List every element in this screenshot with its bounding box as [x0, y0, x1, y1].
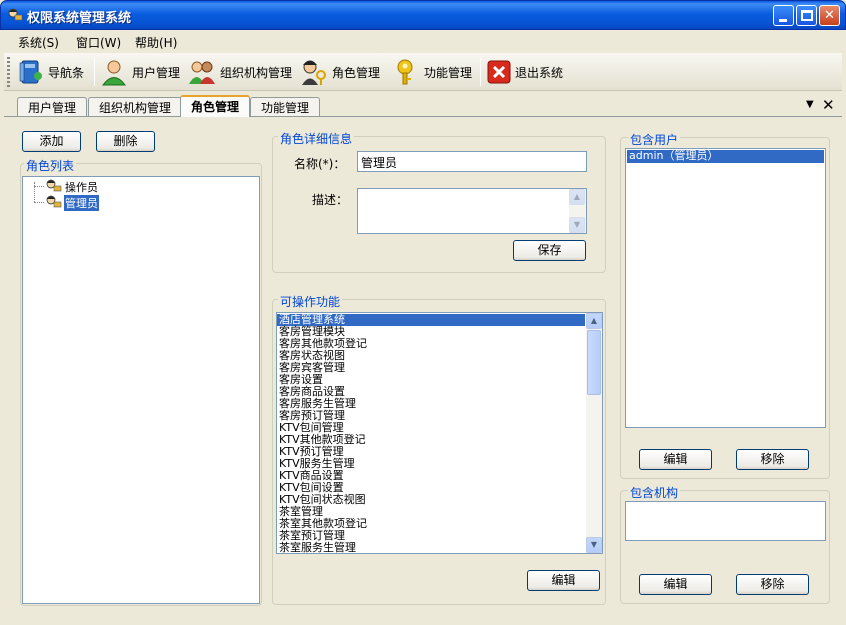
name-label: 名称(*)：: [294, 157, 346, 171]
description-label: 描述：: [312, 193, 349, 207]
list-item[interactable]: 客房宾客管理: [277, 362, 585, 374]
save-button[interactable]: 保存: [513, 240, 586, 261]
orgs-title: 包含机构: [628, 484, 681, 501]
scroll-down-icon[interactable]: ▼: [586, 537, 602, 553]
functions-list[interactable]: 酒店管理系统 客房管理模块 客房其他款项登记 客房状态视图 客房宾客管理 客房设置 客房商品…: [276, 312, 603, 554]
remove-org-button[interactable]: 移除: [736, 574, 809, 595]
tab-close-icon[interactable]: ✕: [822, 96, 835, 114]
delete-role-button[interactable]: 删除: [96, 131, 155, 152]
role-list-title: 角色列表: [24, 157, 77, 174]
edit-users-button[interactable]: 编辑: [639, 449, 712, 470]
minimize-button[interactable]: [773, 5, 794, 26]
list-item[interactable]: admin（管理员）: [627, 150, 824, 163]
exit-label: 退出系统: [515, 65, 564, 80]
add-role-button[interactable]: 添加: [22, 131, 81, 152]
users-list[interactable]: admin（管理员）: [625, 148, 826, 428]
nav-label: 导航条: [48, 65, 85, 80]
org-management-button[interactable]: 组织机构管理: [188, 57, 292, 87]
book-icon: [16, 58, 44, 86]
role-icon: [45, 195, 63, 209]
role-management-label: 角色管理: [332, 65, 381, 80]
tree-line: [34, 202, 44, 203]
edit-orgs-button[interactable]: 编辑: [639, 574, 712, 595]
scroll-up-icon[interactable]: ▲: [586, 313, 602, 329]
functions-title: 可操作功能: [278, 293, 343, 310]
role-description-input[interactable]: [357, 188, 587, 234]
role-icon: [45, 179, 63, 193]
role-tree[interactable]: [22, 176, 260, 604]
toolbar-separator: [94, 58, 95, 86]
role-item-admin[interactable]: 管理员: [64, 195, 99, 211]
tree-line: [34, 182, 35, 202]
list-item[interactable]: 茶室服务生管理: [277, 542, 585, 554]
group-icon: [188, 58, 216, 86]
role-item-operator[interactable]: 操作员: [65, 179, 98, 195]
role-key-icon: [300, 58, 328, 86]
user-icon: [100, 58, 128, 86]
menu-window[interactable]: 窗口(W): [76, 34, 121, 51]
tab-function-management[interactable]: 功能管理: [250, 97, 321, 116]
window-title: 权限系统管理系统: [27, 11, 132, 26]
key-icon: [392, 58, 420, 86]
toolbar-grip[interactable]: [7, 57, 10, 87]
maximize-button[interactable]: [796, 5, 817, 26]
close-icon: ✕: [824, 8, 835, 23]
user-management-label: 用户管理: [132, 65, 181, 80]
menu-help[interactable]: 帮助(H): [135, 34, 177, 51]
scroll-thumb[interactable]: [587, 330, 601, 395]
minimize-icon: [774, 6, 793, 25]
exit-icon: [487, 60, 511, 84]
maximize-icon: [797, 6, 816, 25]
org-management-label: 组织机构管理: [220, 65, 293, 80]
toolbar-separator: [480, 58, 481, 86]
role-name-input[interactable]: 管理员: [357, 151, 587, 172]
tab-user-management[interactable]: 用户管理: [17, 97, 88, 116]
orgs-list[interactable]: [625, 501, 826, 541]
role-management-button[interactable]: 角色管理: [300, 57, 380, 87]
menu-bar: [0, 30, 846, 52]
user-management-button[interactable]: 用户管理: [100, 57, 180, 87]
exit-button[interactable]: 退出系统: [487, 57, 563, 87]
nav-button[interactable]: 导航条: [16, 57, 84, 87]
app-icon: [7, 8, 23, 22]
role-detail-title: 角色详细信息: [278, 130, 355, 147]
tree-line: [34, 186, 44, 187]
list-item[interactable]: KTV包间状态视图: [277, 494, 585, 506]
function-management-label: 功能管理: [424, 65, 473, 80]
scroll-down-icon[interactable]: ▼: [569, 217, 585, 233]
users-title: 包含用户: [628, 131, 681, 148]
close-button[interactable]: ✕: [819, 5, 840, 26]
edit-functions-button[interactable]: 编辑: [527, 570, 600, 591]
function-management-button[interactable]: 功能管理: [392, 57, 472, 87]
tab-org-management[interactable]: 组织机构管理: [88, 97, 183, 116]
scroll-up-icon[interactable]: ▲: [569, 189, 585, 205]
remove-user-button[interactable]: 移除: [736, 449, 809, 470]
tab-list-dropdown-icon[interactable]: ▼: [806, 99, 814, 110]
menu-system[interactable]: 系统(S): [18, 34, 59, 51]
tab-role-management[interactable]: 角色管理: [180, 95, 251, 117]
